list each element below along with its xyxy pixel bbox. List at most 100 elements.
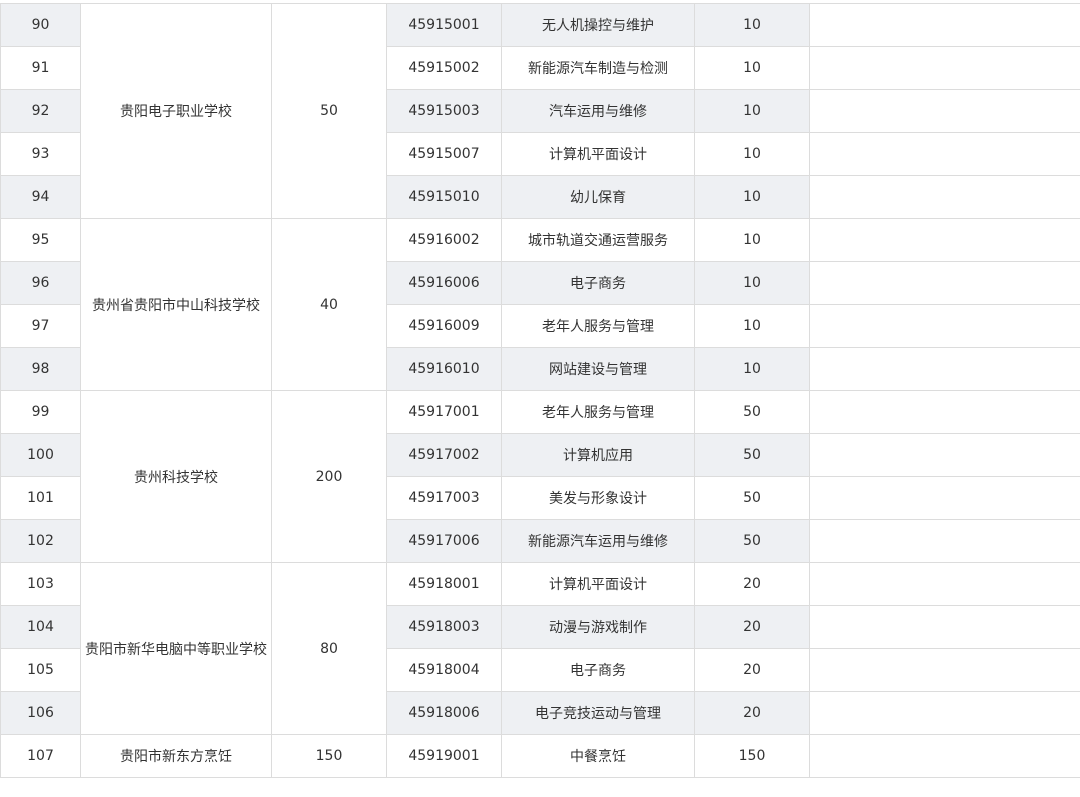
empty-cell [809,3,1080,47]
major-cell: 计算机应用 [501,433,695,477]
major-cell: 动漫与游戏制作 [501,605,695,649]
code-cell: 45917003 [386,476,502,520]
seq-cell: 101 [0,476,81,520]
seq-cell: 105 [0,648,81,692]
major-cell: 美发与形象设计 [501,476,695,520]
seq-cell: 95 [0,218,81,262]
code-cell: 45918003 [386,605,502,649]
table-row: 107 贵阳市新东方烹饪 150 45919001 中餐烹饪 150 [0,734,1080,778]
major-cell: 老年人服务与管理 [501,304,695,348]
empty-cell [809,734,1080,778]
major-cell: 电子商务 [501,648,695,692]
table-row: 99 贵州科技学校 200 45917001 老年人服务与管理 50 [0,390,1080,563]
major-cell: 老年人服务与管理 [501,390,695,434]
school-total-cell: 40 [271,218,387,391]
table-row: 90 贵阳电子职业学校 50 45915001 无人机操控与维护 10 [0,3,1080,219]
seq-cell: 92 [0,89,81,133]
quota-cell: 10 [694,89,810,133]
seq-cell: 107 [0,734,81,778]
seq-cell: 91 [0,46,81,90]
major-cell: 电子商务 [501,261,695,305]
seq-cell: 100 [0,433,81,477]
empty-cell [809,347,1080,391]
quota-cell: 20 [694,605,810,649]
major-cell: 幼儿保育 [501,175,695,219]
quota-cell: 10 [694,46,810,90]
quota-cell: 20 [694,562,810,606]
code-cell: 45918001 [386,562,502,606]
code-cell: 45915003 [386,89,502,133]
major-cell: 中餐烹饪 [501,734,695,778]
major-cell: 无人机操控与维护 [501,3,695,47]
quota-cell: 20 [694,648,810,692]
empty-cell [809,46,1080,90]
quota-cell: 50 [694,476,810,520]
code-cell: 45915002 [386,46,502,90]
seq-cell: 94 [0,175,81,219]
quota-cell: 10 [694,261,810,305]
empty-cell [809,648,1080,692]
major-cell: 网站建设与管理 [501,347,695,391]
quota-cell: 50 [694,433,810,477]
seq-cell: 98 [0,347,81,391]
quota-cell: 10 [694,3,810,47]
school-cell: 贵州省贵阳市中山科技学校 [80,218,272,391]
empty-cell [809,89,1080,133]
quota-cell: 10 [694,347,810,391]
quota-cell: 50 [694,390,810,434]
seq-cell: 103 [0,562,81,606]
quota-cell: 10 [694,132,810,176]
empty-cell [809,476,1080,520]
code-cell: 45916009 [386,304,502,348]
major-cell: 新能源汽车制造与检测 [501,46,695,90]
school-cell: 贵州科技学校 [80,390,272,563]
seq-cell: 104 [0,605,81,649]
code-cell: 45919001 [386,734,502,778]
empty-cell [809,175,1080,219]
empty-cell [809,562,1080,606]
quota-cell: 10 [694,304,810,348]
empty-cell [809,390,1080,434]
empty-cell [809,304,1080,348]
code-cell: 45916006 [386,261,502,305]
empty-cell [809,691,1080,735]
empty-cell [809,261,1080,305]
major-cell: 计算机平面设计 [501,132,695,176]
quota-cell: 10 [694,218,810,262]
empty-cell [809,605,1080,649]
quota-cell: 150 [694,734,810,778]
code-cell: 45917002 [386,433,502,477]
quota-cell: 50 [694,519,810,563]
enrollment-table: 90 贵阳电子职业学校 50 45915001 无人机操控与维护 10 91 4… [0,3,1080,778]
empty-cell [809,218,1080,262]
quota-cell: 20 [694,691,810,735]
empty-cell [809,132,1080,176]
code-cell: 45917006 [386,519,502,563]
major-cell: 城市轨道交通运营服务 [501,218,695,262]
school-total-cell: 200 [271,390,387,563]
code-cell: 45916010 [386,347,502,391]
major-cell: 计算机平面设计 [501,562,695,606]
table-row: 95 贵州省贵阳市中山科技学校 40 45916002 城市轨道交通运营服务 1… [0,218,1080,391]
school-total-cell: 150 [271,734,387,778]
code-cell: 45916002 [386,218,502,262]
code-cell: 45918006 [386,691,502,735]
code-cell: 45918004 [386,648,502,692]
quota-cell: 10 [694,175,810,219]
seq-cell: 97 [0,304,81,348]
major-cell: 新能源汽车运用与维修 [501,519,695,563]
school-cell: 贵阳市新华电脑中等职业学校 [80,562,272,735]
school-cell: 贵阳市新东方烹饪 [80,734,272,778]
major-cell: 电子竞技运动与管理 [501,691,695,735]
empty-cell [809,519,1080,563]
code-cell: 45915007 [386,132,502,176]
seq-cell: 99 [0,390,81,434]
seq-cell: 102 [0,519,81,563]
school-cell: 贵阳电子职业学校 [80,3,272,219]
seq-cell: 90 [0,3,81,47]
code-cell: 45915001 [386,3,502,47]
school-total-cell: 50 [271,3,387,219]
empty-cell [809,433,1080,477]
school-total-cell: 80 [271,562,387,735]
table-row: 103 贵阳市新华电脑中等职业学校 80 45918001 计算机平面设计 20 [0,562,1080,735]
